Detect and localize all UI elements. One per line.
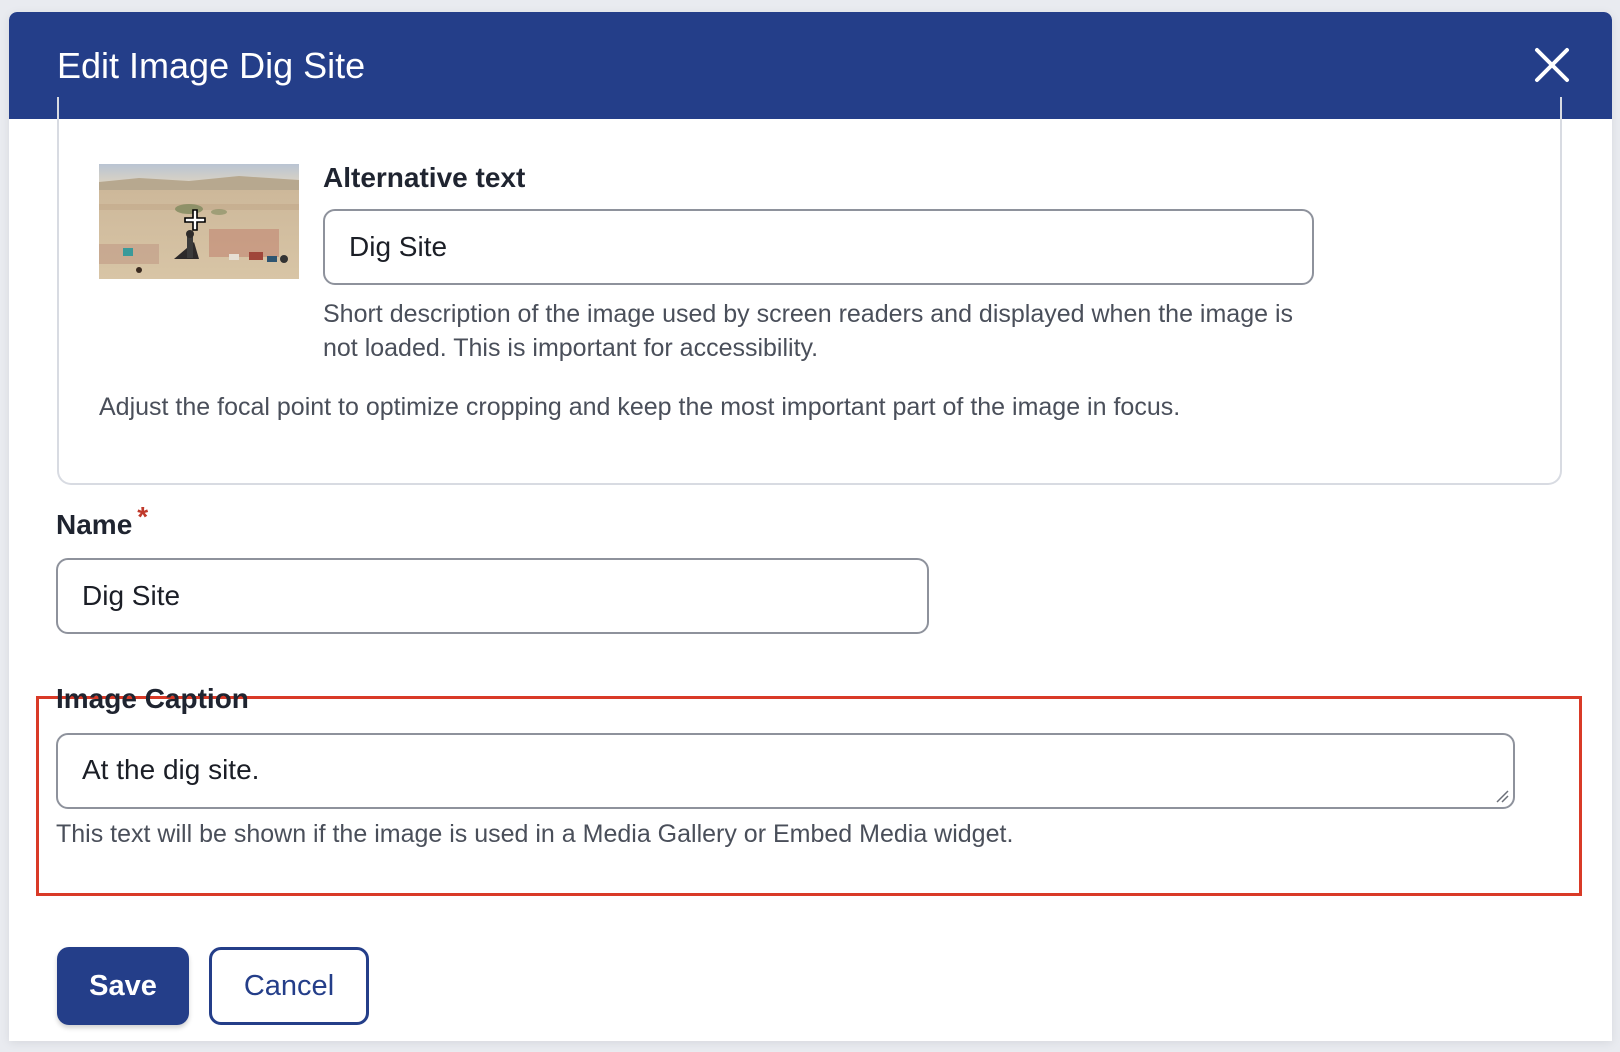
cancel-button[interactable]: Cancel xyxy=(209,947,369,1025)
crosshair-icon[interactable] xyxy=(183,208,207,232)
name-label: Name * xyxy=(56,501,148,541)
name-label-text: Name xyxy=(56,509,133,540)
name-input[interactable] xyxy=(56,558,929,634)
alt-text-help: Short description of the image used by s… xyxy=(323,300,1294,362)
resize-grip-icon[interactable] xyxy=(1495,789,1509,803)
caption-help: This text will be shown if the image is … xyxy=(56,820,1014,848)
close-icon xyxy=(1535,48,1569,82)
close-button[interactable] xyxy=(1530,43,1574,87)
focal-point-instructions: Adjust the focal point to optimize cropp… xyxy=(99,393,1181,421)
caption-field-wrapper: At the dig site. xyxy=(56,733,1515,809)
image-thumbnail[interactable] xyxy=(99,164,299,279)
edit-image-dialog: Edit Image Dig Site Alternative text Dig… xyxy=(9,12,1612,1041)
alt-text-input[interactable] xyxy=(323,209,1314,285)
alt-text-label: Alternative text xyxy=(323,162,526,193)
focal-point-panel: Alternative text Short description of th… xyxy=(57,97,1562,485)
caption-textarea[interactable]: At the dig site. xyxy=(56,733,1515,809)
required-marker: * xyxy=(137,501,149,532)
save-button[interactable]: Save xyxy=(57,947,189,1025)
caption-label: Image Caption xyxy=(56,683,249,714)
